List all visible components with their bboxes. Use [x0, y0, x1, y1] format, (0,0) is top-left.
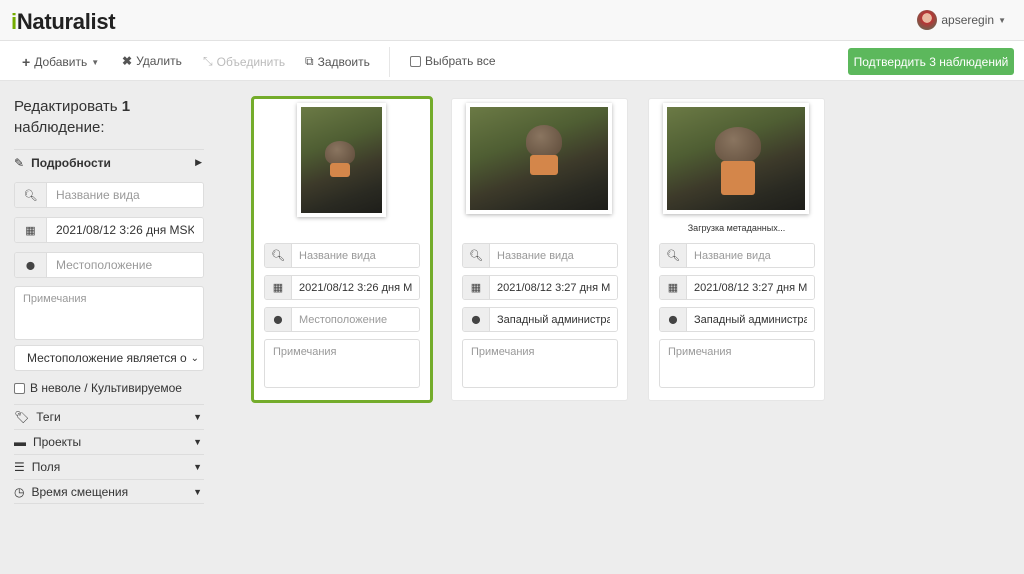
location-input[interactable]: [47, 253, 203, 277]
select-all-checkbox[interactable]: Выбрать все: [410, 54, 496, 68]
date-field: ▦: [462, 275, 618, 300]
card-fields: 🔍︎ ▦ ⬤: [659, 243, 815, 388]
date-field: ▦: [659, 275, 815, 300]
avatar: [917, 10, 938, 30]
captive-checkbox[interactable]: В неволе / Культивируемое: [14, 380, 204, 396]
species-input[interactable]: [292, 244, 419, 267]
top-header: iNaturalist apseregin ▼: [0, 0, 1024, 41]
calendar-icon: ▦: [265, 276, 292, 299]
observation-photo[interactable]: [466, 103, 612, 214]
location-input[interactable]: [292, 308, 419, 331]
time-offset-section[interactable]: ◷ Время смещения ▼: [14, 479, 204, 504]
notes-textarea[interactable]: [14, 286, 204, 340]
location-field: ⬤: [14, 252, 204, 278]
species-field: 🔍︎: [264, 243, 420, 268]
caret-down-icon: ▼: [193, 437, 202, 447]
date-field: ▦: [14, 217, 204, 243]
caret-down-icon: ▼: [91, 57, 100, 67]
notes-textarea[interactable]: [264, 339, 420, 388]
user-menu[interactable]: apseregin ▼: [917, 10, 1006, 30]
edit-sidebar: Редактировать 1 наблюдение: ✎ Подробности ▶…: [14, 96, 204, 504]
caret-down-icon: ▼: [193, 462, 202, 472]
map-marker-icon: ⬤: [660, 308, 687, 331]
caret-down-icon: ▼: [998, 15, 1006, 25]
map-marker-icon: ⬤: [265, 308, 292, 331]
search-icon: 🔍︎: [15, 183, 47, 207]
chevron-down-icon: ⌄: [190, 352, 199, 364]
species-input[interactable]: [490, 244, 617, 267]
divider: [389, 47, 390, 77]
card-fields: 🔍︎ ▦ ⬤: [462, 243, 618, 388]
x-icon: ✖: [122, 54, 133, 68]
notes-textarea[interactable]: [462, 339, 618, 388]
date-input[interactable]: [47, 218, 203, 242]
calendar-icon: ▦: [15, 218, 47, 242]
loading-metadata-status: Загрузка метаданных...: [687, 223, 786, 233]
sidebar-title: Редактировать 1 наблюдение:: [14, 98, 131, 136]
location-input[interactable]: [490, 308, 617, 331]
location-field: ⬤: [659, 307, 815, 332]
plus-icon: +: [22, 54, 31, 70]
card-fields: 🔍︎ ▦ ⬤: [264, 243, 420, 388]
calendar-icon: ▦: [660, 276, 687, 299]
geoprivacy-select[interactable]: Местоположение является общедоступным⌄: [14, 345, 204, 371]
compress-icon: ⤡: [203, 54, 213, 68]
add-button[interactable]: + Добавить ▼: [22, 54, 99, 70]
caret-down-icon: ▼: [193, 486, 202, 497]
caret-right-icon: ▶: [195, 157, 202, 167]
observation-photo[interactable]: [663, 103, 809, 214]
search-icon: 🔍︎: [463, 244, 490, 267]
delete-button[interactable]: ✖ Удалить: [122, 54, 182, 68]
species-field: 🔍︎: [659, 243, 815, 268]
search-icon: 🔍︎: [660, 244, 687, 267]
checkbox-icon: [410, 55, 421, 67]
tag-icon: 🏷︎: [14, 410, 30, 424]
notes-textarea[interactable]: [659, 339, 815, 388]
briefcase-icon: ▬: [14, 435, 26, 449]
list-icon: ☰: [14, 460, 25, 474]
duplicate-button[interactable]: ⧉ Задвоить: [305, 54, 370, 69]
projects-section[interactable]: ▬ Проекты ▼: [14, 429, 204, 454]
fields-section[interactable]: ☰ Поля ▼: [14, 454, 204, 479]
tags-section[interactable]: 🏷︎ Теги ▼: [14, 404, 204, 429]
clock-icon: ◷: [14, 484, 25, 499]
species-input[interactable]: [687, 244, 814, 267]
calendar-icon: ▦: [463, 276, 490, 299]
date-input[interactable]: [292, 276, 419, 299]
caret-down-icon: ▼: [193, 412, 202, 422]
species-field: 🔍︎: [462, 243, 618, 268]
username: apseregin: [941, 13, 995, 27]
search-icon: 🔍︎: [265, 244, 292, 267]
location-field: ⬤: [264, 307, 420, 332]
species-field: 🔍︎: [14, 182, 204, 208]
confirm-observations-button[interactable]: Подтвердить 3 наблюдений: [848, 48, 1014, 75]
inaturalist-logo[interactable]: iNaturalist: [11, 9, 116, 35]
location-input[interactable]: [687, 308, 814, 331]
checkbox-icon: [14, 382, 25, 394]
location-field: ⬤: [462, 307, 618, 332]
combine-button[interactable]: ⤡ Объединить: [203, 54, 285, 69]
date-input[interactable]: [490, 276, 617, 299]
observation-photo[interactable]: [297, 103, 386, 217]
species-input[interactable]: [47, 183, 203, 207]
map-marker-icon: ⬤: [463, 308, 490, 331]
copy-icon: ⧉: [305, 54, 314, 68]
pencil-icon: ✎: [14, 155, 25, 170]
map-marker-icon: ⬤: [15, 253, 47, 277]
date-input[interactable]: [687, 276, 814, 299]
details-section-header[interactable]: ✎ Подробности ▶: [14, 149, 204, 175]
date-field: ▦: [264, 275, 420, 300]
